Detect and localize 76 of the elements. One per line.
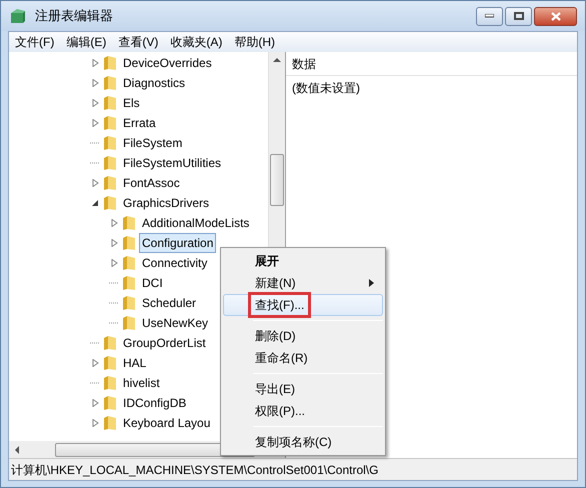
folder-icon	[103, 135, 117, 151]
minimize-icon	[485, 14, 494, 18]
folder-icon	[103, 115, 117, 131]
close-icon	[550, 12, 560, 20]
folder-icon	[103, 95, 117, 111]
menu-item[interactable]: 文件(F)	[9, 33, 60, 51]
tree-item[interactable]: Configuration	[139, 233, 216, 253]
tree-item[interactable]: Keyboard Layou	[120, 413, 214, 433]
collapsed-triangle-icon[interactable]	[110, 259, 118, 267]
folder-icon	[103, 355, 117, 371]
folder-icon	[122, 295, 136, 311]
tree-item[interactable]: FileSystem	[120, 133, 186, 153]
collapsed-triangle-icon[interactable]	[110, 239, 118, 247]
folder-icon	[103, 395, 117, 411]
collapsed-triangle-icon[interactable]	[92, 119, 98, 127]
tree-item[interactable]: FontAssoc	[120, 173, 183, 193]
collapsed-triangle-icon[interactable]	[92, 399, 98, 407]
folder-icon	[103, 375, 117, 391]
column-header[interactable]: 数据	[286, 52, 577, 76]
menu-item[interactable]: 帮助(H)	[228, 33, 281, 51]
close-button[interactable]	[534, 6, 577, 26]
scroll-thumb[interactable]	[270, 154, 284, 206]
tree-item[interactable]: Diagnostics	[120, 73, 188, 93]
window-title: 注册表编辑器	[35, 7, 113, 26]
tree-item[interactable]: DCI	[139, 273, 166, 293]
collapsed-triangle-icon[interactable]	[92, 359, 98, 367]
tree-item[interactable]: GroupOrderList	[120, 333, 209, 353]
context-menu-item[interactable]: 导出(E)	[223, 378, 383, 400]
tree-item[interactable]: GraphicsDrivers	[120, 193, 212, 213]
folder-icon	[103, 195, 117, 211]
tree-item[interactable]: DeviceOverrides	[120, 53, 215, 73]
context-menu-item[interactable]: 展开	[223, 250, 383, 272]
collapsed-triangle-icon[interactable]	[92, 99, 98, 107]
tree-item[interactable]: Els	[120, 93, 143, 113]
context-menu-item[interactable]: 删除(D)	[223, 325, 383, 347]
folder-icon	[122, 235, 136, 251]
tree-item[interactable]: HAL	[120, 353, 150, 373]
tree-item[interactable]: IDConfigDB	[120, 393, 190, 413]
expanded-triangle-icon[interactable]	[92, 199, 98, 207]
collapsed-triangle-icon[interactable]	[92, 59, 98, 67]
menu-item[interactable]: 收藏夹(A)	[164, 33, 228, 51]
collapsed-triangle-icon[interactable]	[110, 219, 118, 227]
submenu-arrow-icon	[369, 279, 374, 287]
folder-icon	[103, 75, 117, 91]
maximize-button[interactable]	[505, 6, 532, 26]
tree-item[interactable]: UseNewKey	[139, 313, 212, 333]
context-menu-item[interactable]: 重命名(R)	[223, 347, 383, 369]
folder-icon	[103, 335, 117, 351]
tree-item[interactable]: AdditionalModeLists	[139, 213, 252, 233]
folder-icon	[103, 155, 117, 171]
menu-item[interactable]: 查看(V)	[112, 33, 164, 51]
tree-item[interactable]: Scheduler	[139, 293, 200, 313]
restore-icon	[514, 12, 524, 20]
folder-icon	[122, 215, 136, 231]
tree-item[interactable]: hivelist	[120, 373, 163, 393]
folder-icon	[122, 315, 136, 331]
folder-icon	[103, 55, 117, 71]
context-menu-item[interactable]: 新建(N)	[223, 272, 383, 294]
folder-icon	[122, 255, 136, 271]
folder-icon	[122, 275, 136, 291]
data-value: (数值未设置)	[291, 80, 361, 97]
registry-app-icon	[9, 7, 27, 25]
folder-icon	[103, 175, 117, 191]
context-menu-item[interactable]: 查找(F)...	[223, 294, 383, 316]
collapsed-triangle-icon[interactable]	[92, 179, 98, 187]
minimize-button[interactable]	[476, 6, 503, 26]
collapsed-triangle-icon[interactable]	[92, 79, 98, 87]
context-menu-item[interactable]: 权限(P)...	[223, 400, 383, 422]
menu-item[interactable]: 编辑(E)	[60, 33, 112, 51]
context-menu-item[interactable]: 复制项名称(C)	[223, 431, 383, 453]
folder-icon	[103, 415, 117, 431]
tree-item[interactable]: FileSystemUtilities	[120, 153, 224, 173]
collapsed-triangle-icon[interactable]	[92, 419, 98, 427]
tree-item[interactable]: Errata	[120, 113, 159, 133]
status-bar: 计算机\HKEY_LOCAL_MACHINE\SYSTEM\ControlSet001\Control\G	[9, 458, 577, 480]
tree-item[interactable]: Connectivity	[139, 253, 210, 273]
